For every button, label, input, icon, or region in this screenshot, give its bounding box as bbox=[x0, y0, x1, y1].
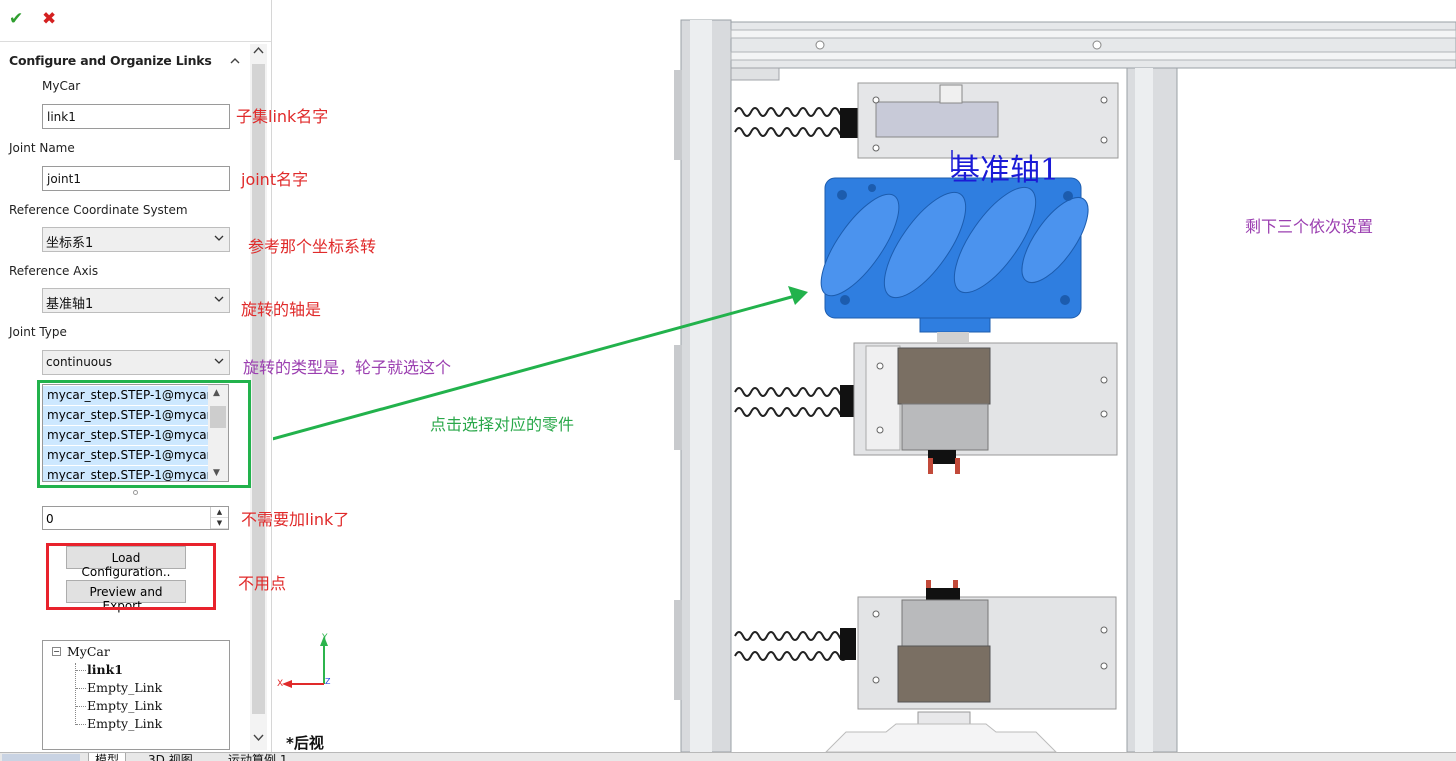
chevron-down-icon[interactable]: ▼ bbox=[211, 518, 228, 529]
parts-highlight-box bbox=[37, 380, 251, 488]
property-manager-panel: ✔ ✖ Configure and Organize Links MyCar l… bbox=[0, 0, 277, 752]
tree-root[interactable]: MyCar bbox=[67, 644, 110, 659]
ref-axis-value: 基准轴1 bbox=[46, 297, 94, 312]
panel-scrollbar[interactable] bbox=[250, 44, 267, 750]
ref-axis-label: Reference Axis bbox=[9, 264, 99, 278]
tab-scroll-buttons[interactable] bbox=[2, 754, 80, 761]
section-title[interactable]: Configure and Organize Links bbox=[9, 53, 212, 68]
chevron-down-icon bbox=[214, 358, 224, 364]
link-name-input[interactable]: link1 bbox=[42, 104, 230, 129]
svg-text:Z: Z bbox=[325, 677, 331, 686]
svg-text:Y: Y bbox=[321, 633, 328, 643]
chevron-down-icon bbox=[214, 235, 224, 241]
chevron-down-icon bbox=[214, 296, 224, 302]
joint-name-input[interactable]: joint1 bbox=[42, 166, 230, 191]
annotation-ref-coord: 参考那个坐标系转 bbox=[248, 237, 377, 256]
spinner-buttons[interactable]: ▲ ▼ bbox=[210, 507, 228, 529]
tree-item[interactable]: link1 bbox=[87, 662, 123, 677]
chevron-up-icon[interactable]: ▲ bbox=[211, 507, 228, 518]
resize-handle[interactable] bbox=[133, 490, 138, 495]
tree-connector bbox=[75, 663, 76, 725]
check-icon[interactable]: ✔ bbox=[9, 9, 27, 29]
close-icon[interactable]: ✖ bbox=[42, 9, 60, 29]
app-window: ✔ ✖ Configure and Organize Links MyCar l… bbox=[0, 0, 1456, 761]
tab-motion-study[interactable]: 运动算例 1 bbox=[222, 753, 293, 761]
wheel bbox=[820, 177, 1089, 333]
annotation-ref-axis: 旋转的轴是 bbox=[241, 300, 322, 319]
link-tree[interactable]: − MyCar link1 Empty_Link Empty_Link Empt… bbox=[42, 640, 230, 750]
annotation-link-name: 子集link名字 bbox=[236, 107, 329, 126]
tree-connector bbox=[76, 688, 86, 689]
svg-text:X: X bbox=[277, 679, 283, 689]
tree-connector bbox=[76, 670, 86, 671]
annotation-select-part: 点击选择对应的零件 bbox=[430, 415, 575, 434]
ref-axis-select[interactable]: 基准轴1 bbox=[42, 288, 230, 313]
joint-type-value: continuous bbox=[46, 355, 112, 369]
annotation-joint-type: 旋转的类型是，轮子就选这个 bbox=[243, 358, 452, 377]
chevron-up-icon[interactable] bbox=[229, 55, 241, 67]
chevron-down-icon[interactable] bbox=[253, 732, 264, 742]
triad-icon: Y X Z bbox=[277, 633, 331, 689]
divider bbox=[0, 41, 271, 42]
tree-item[interactable]: Empty_Link bbox=[87, 698, 162, 713]
buttons-highlight-box bbox=[46, 543, 216, 610]
tree-item[interactable]: Empty_Link bbox=[87, 680, 162, 695]
tree-connector bbox=[76, 724, 86, 725]
ref-coord-label: Reference Coordinate System bbox=[9, 203, 188, 217]
datum-axis-label[interactable]: 基准轴1 bbox=[950, 145, 1059, 189]
joint-type-label: Joint Type bbox=[9, 325, 67, 339]
tree-connector bbox=[76, 706, 86, 707]
annotation-joint-name: joint名字 bbox=[241, 170, 309, 189]
scroll-thumb[interactable] bbox=[252, 64, 265, 714]
annotation-remaining: 剩下三个依次设置 bbox=[1245, 217, 1374, 236]
annotation-no-link: 不需要加link了 bbox=[241, 510, 350, 529]
collapse-toggle[interactable]: − bbox=[52, 647, 61, 656]
chevron-up-icon[interactable] bbox=[253, 46, 264, 56]
bottom-tab-bar: 模型 3D 视图 运动算例 1 bbox=[0, 752, 1456, 761]
tab-3d-view[interactable]: 3D 视图 bbox=[142, 753, 199, 761]
annotation-no-click: 不用点 bbox=[238, 574, 287, 593]
tab-model[interactable]: 模型 bbox=[88, 753, 127, 761]
child-count-value: 0 bbox=[46, 512, 54, 526]
joint-type-select[interactable]: continuous bbox=[42, 350, 230, 375]
ref-coord-select[interactable]: 坐标系1 bbox=[42, 227, 230, 252]
view-orientation-label: *后视 bbox=[286, 734, 324, 752]
child-count-spinner[interactable]: 0 ▲ ▼ bbox=[42, 506, 229, 530]
joint-name-label: Joint Name bbox=[9, 141, 75, 155]
ref-coord-value: 坐标系1 bbox=[46, 236, 94, 251]
tree-item[interactable]: Empty_Link bbox=[87, 716, 162, 731]
model-name-label: MyCar bbox=[42, 79, 81, 93]
